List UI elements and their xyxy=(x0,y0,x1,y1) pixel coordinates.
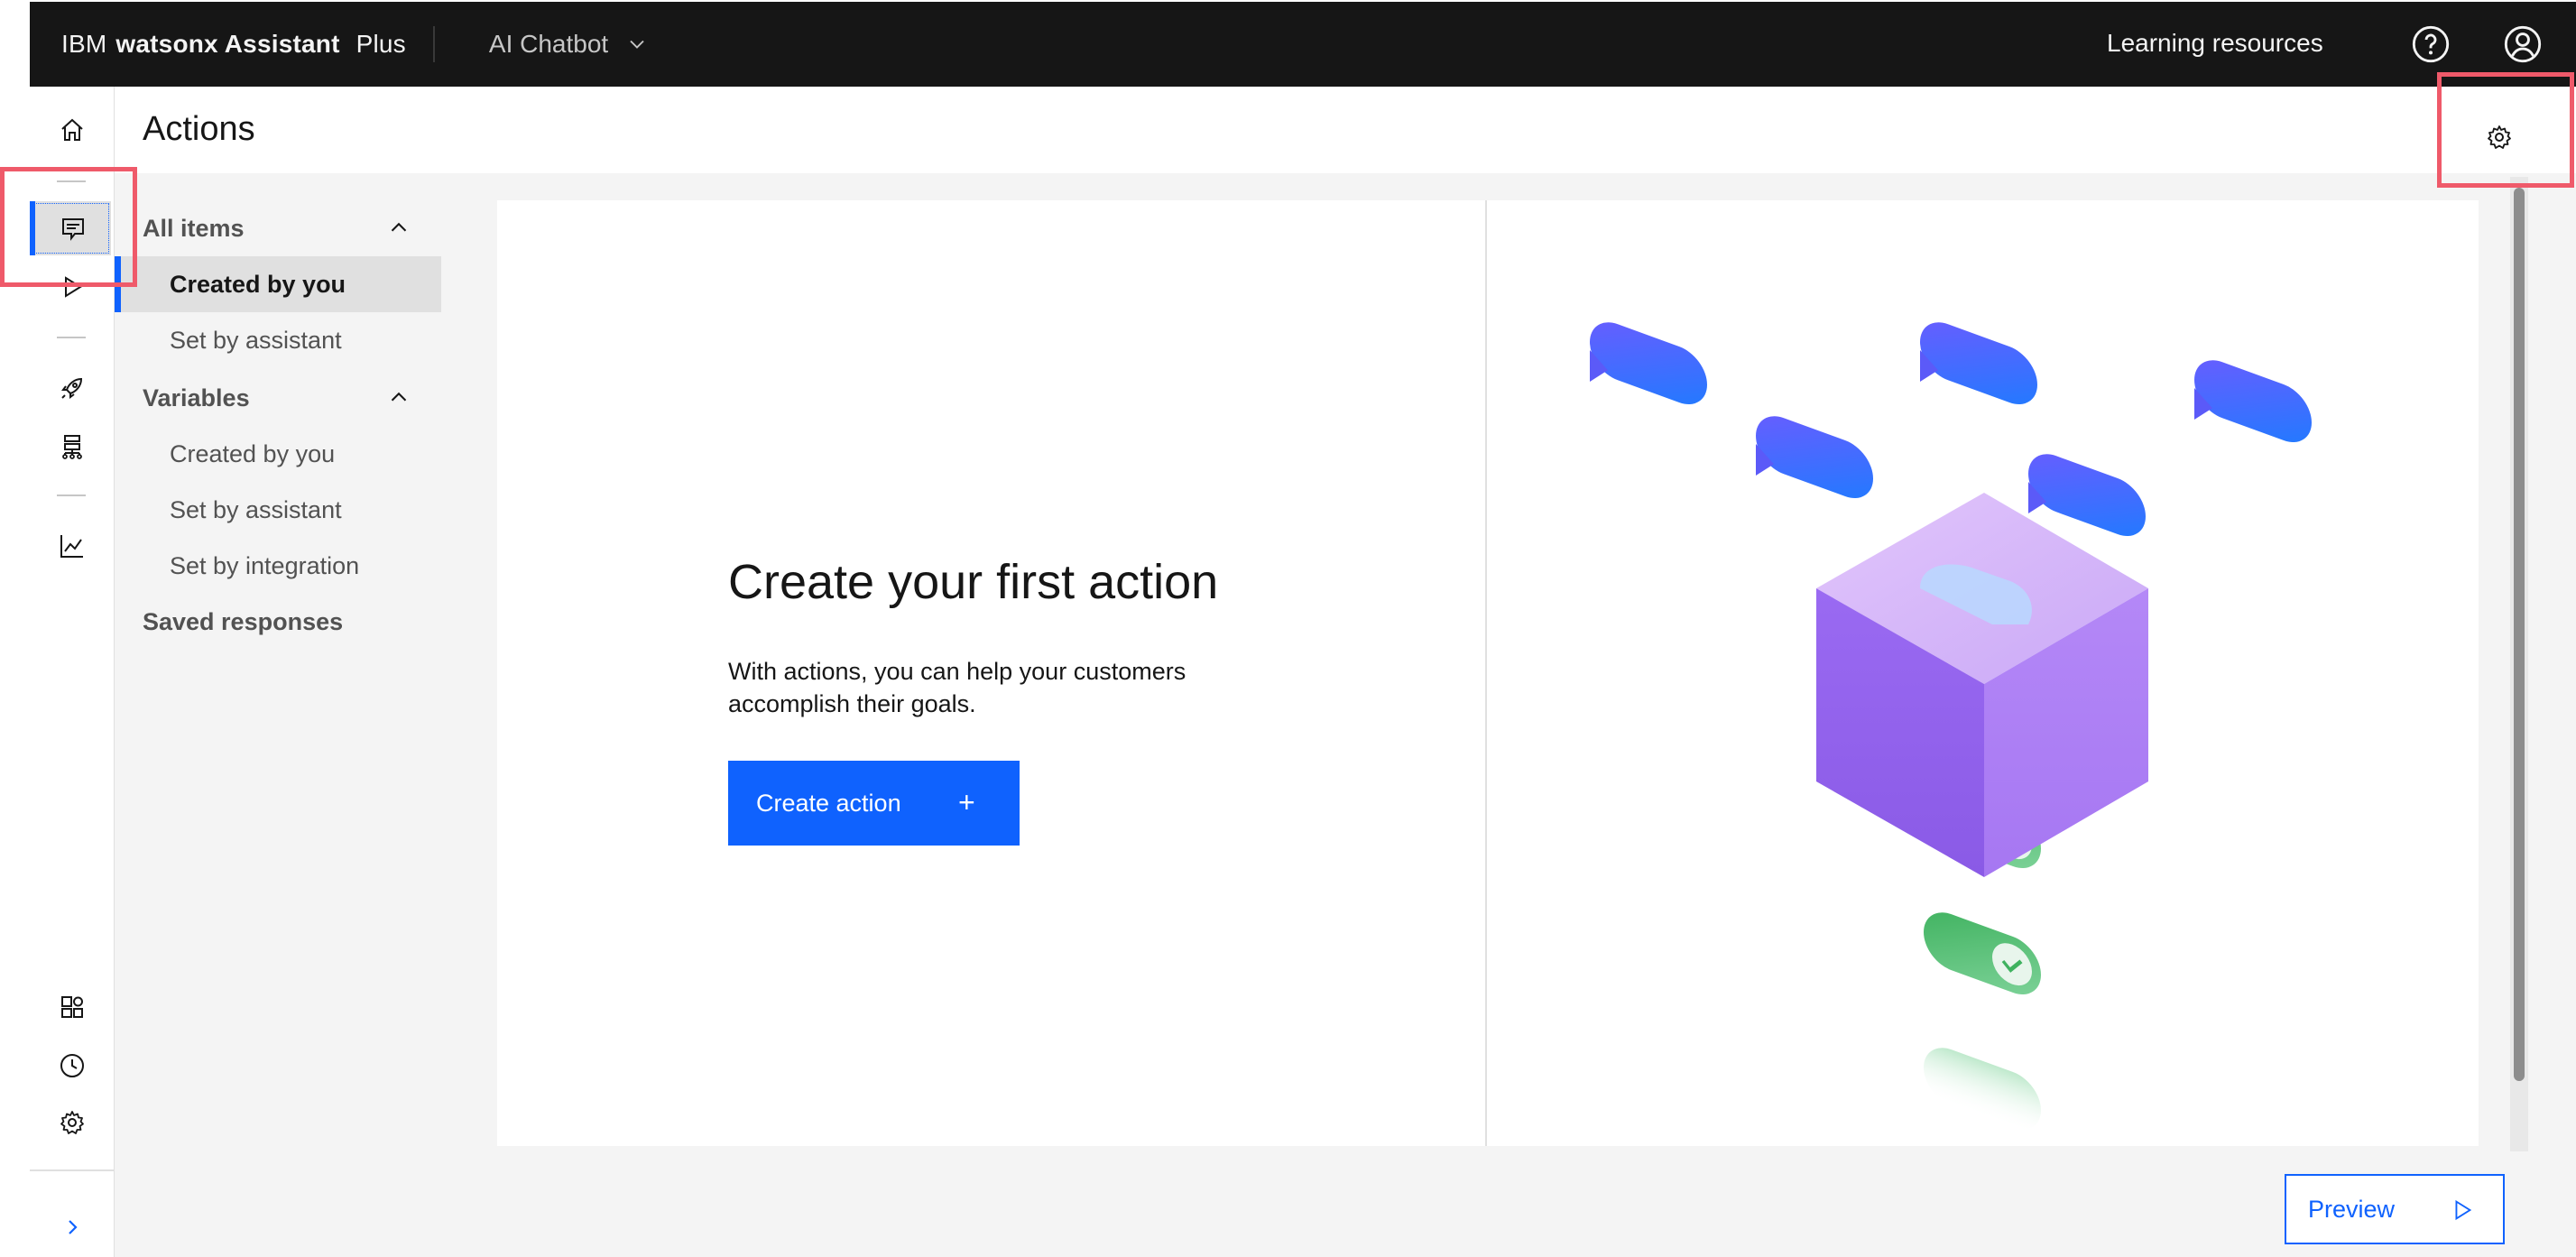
nav-item-variables-created-by-you[interactable]: Created by you xyxy=(115,426,441,482)
header-divider xyxy=(432,26,435,62)
play-icon xyxy=(2455,1199,2472,1221)
home-icon xyxy=(61,118,83,141)
product-brand[interactable]: IBM watsonx Assistant Plus xyxy=(61,30,406,59)
nav-item-set-by-assistant[interactable]: Set by assistant xyxy=(115,312,441,368)
create-action-label: Create action xyxy=(756,789,901,817)
brand-plan: Plus xyxy=(355,30,406,58)
page-header: Actions xyxy=(115,87,2576,173)
assistant-name: AI Chatbot xyxy=(488,30,609,58)
chat-bubble xyxy=(1590,322,1707,405)
plus-icon: + xyxy=(958,786,975,818)
help-icon xyxy=(2412,25,2450,63)
chevron-up-icon[interactable] xyxy=(385,384,412,411)
chevron-down-icon xyxy=(630,40,644,49)
flow-icon xyxy=(62,435,82,459)
rocket-icon xyxy=(61,377,83,399)
rail-divider xyxy=(57,494,86,496)
check-bubble-faded xyxy=(1924,1048,2041,1131)
rail-environments[interactable] xyxy=(30,420,115,474)
empty-state-title: Create your first action xyxy=(728,555,1219,609)
preview-label: Preview xyxy=(2308,1195,2396,1223)
chat-bubbles-box-illustration xyxy=(1590,322,2312,1131)
rail-divider xyxy=(57,337,86,338)
annotation-highlight-actions xyxy=(0,167,137,287)
chevron-right-icon xyxy=(69,1220,78,1234)
rail-analyze[interactable] xyxy=(30,519,115,573)
nav-item-variables-set-by-assistant[interactable]: Set by assistant xyxy=(115,482,441,538)
rail-history[interactable] xyxy=(30,1039,115,1093)
nav-section-all-items[interactable]: All items xyxy=(143,215,245,243)
scrollbar-thumb[interactable] xyxy=(2514,188,2525,1081)
page-title: Actions xyxy=(143,110,255,148)
brand-name: watsonx Assistant xyxy=(115,30,340,58)
create-action-button[interactable]: Create action + xyxy=(728,761,1020,846)
learning-resources-link[interactable]: Learning resources xyxy=(2107,29,2323,58)
history-icon xyxy=(60,1054,84,1077)
check-bubble xyxy=(1924,912,2041,995)
gear-icon xyxy=(60,1111,84,1134)
top-header: IBM watsonx Assistant Plus AI Chatbot Le… xyxy=(30,2,2576,87)
rail-integrations[interactable] xyxy=(30,980,115,1034)
nav-item-created-by-you[interactable]: Created by you xyxy=(115,256,441,312)
rail-home[interactable] xyxy=(30,103,115,157)
empty-state-illustration xyxy=(1487,200,2479,1146)
empty-state-description: With actions, you can help your customer… xyxy=(728,658,1186,717)
chevron-up-icon[interactable] xyxy=(385,214,412,241)
help-button[interactable] xyxy=(2410,23,2451,65)
apps-icon xyxy=(61,996,83,1018)
purple-box xyxy=(1816,493,2148,877)
nav-section-saved-responses[interactable]: Saved responses xyxy=(143,608,343,636)
assistant-switcher[interactable]: AI Chatbot xyxy=(489,30,650,59)
actions-sidebar: All items Created by you Set by assistan… xyxy=(115,173,494,1257)
analytics-icon xyxy=(60,535,83,558)
preview-button[interactable]: Preview xyxy=(2285,1174,2505,1244)
chat-bubble xyxy=(1756,416,1873,499)
nav-section-variables[interactable]: Variables xyxy=(143,384,250,412)
rail-expand-button[interactable] xyxy=(30,1200,115,1254)
rail-settings[interactable] xyxy=(30,1095,115,1150)
nav-item-variables-set-by-integration[interactable]: Set by integration xyxy=(115,538,441,594)
brand-prefix: IBM xyxy=(61,30,107,58)
rail-divider xyxy=(30,1169,115,1171)
annotation-highlight-settings xyxy=(2437,72,2574,188)
rail-publish[interactable] xyxy=(30,361,115,415)
chat-bubble xyxy=(1920,322,2037,405)
content-scrollbar[interactable] xyxy=(2510,177,2528,1151)
user-icon xyxy=(2504,25,2542,63)
user-profile-button[interactable] xyxy=(2502,23,2544,65)
chat-bubble xyxy=(2194,360,2312,443)
